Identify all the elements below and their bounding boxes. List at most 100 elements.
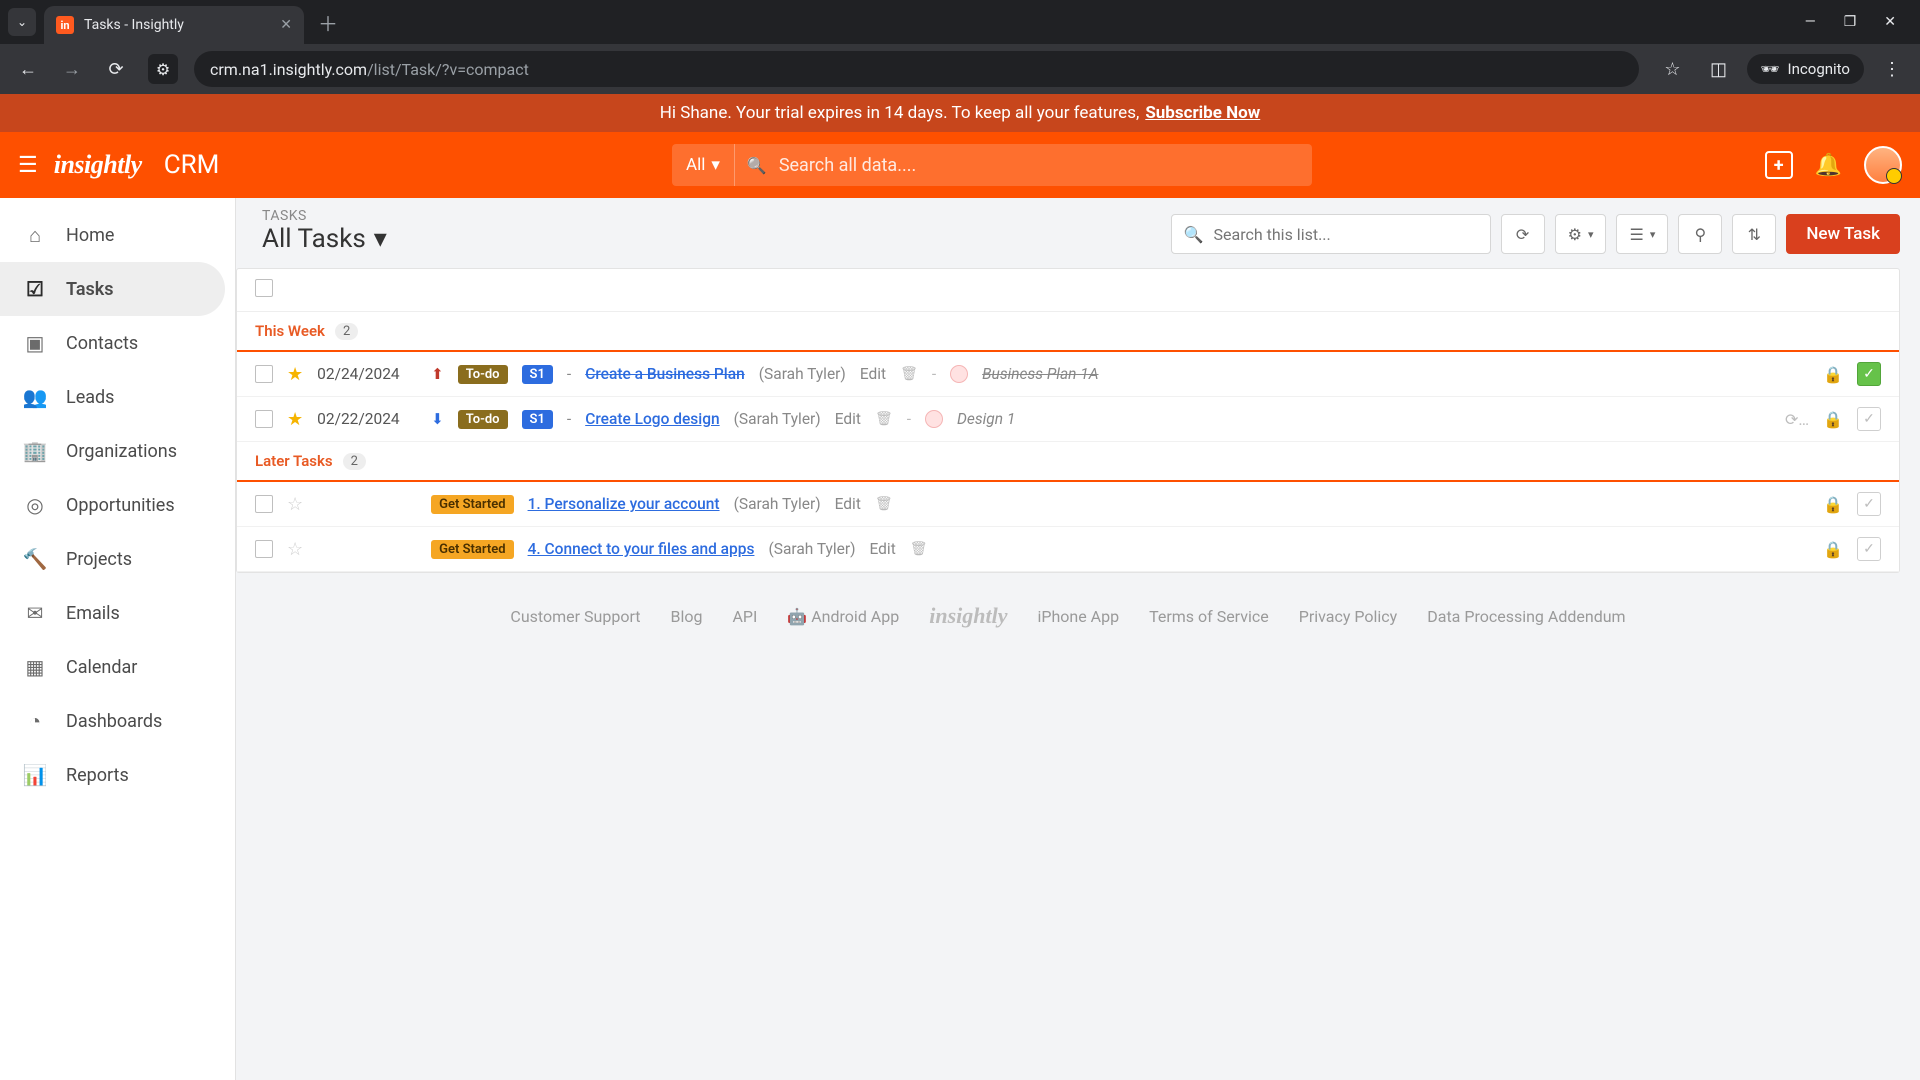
delete-icon[interactable]: 🗑 xyxy=(910,541,928,557)
sidebar-item-organizations[interactable]: 🏢Organizations xyxy=(0,424,235,478)
footer-link[interactable]: Blog xyxy=(670,607,702,626)
sync-icon[interactable]: ⟳… xyxy=(1785,410,1809,429)
complete-checkbox[interactable]: ✓ xyxy=(1857,362,1881,386)
sidebar-item-reports[interactable]: 📊Reports xyxy=(0,748,235,802)
app-header: ☰ insightly CRM All ▾ 🔍 + 🔔 xyxy=(0,132,1920,198)
sidebar-item-label: Dashboards xyxy=(66,711,162,732)
sidebar-item-tasks[interactable]: ☑Tasks xyxy=(0,262,225,316)
sort-button[interactable]: ⇅ xyxy=(1732,214,1776,254)
close-window-icon[interactable]: ✕ xyxy=(1884,14,1896,30)
edit-link[interactable]: Edit xyxy=(870,540,896,558)
row-checkbox[interactable] xyxy=(255,540,273,558)
star-icon[interactable]: ☆ xyxy=(287,539,303,560)
sidebar-item-contacts[interactable]: ▣Contacts xyxy=(0,316,235,370)
filter-button[interactable]: ⚲ xyxy=(1678,214,1722,254)
new-task-button[interactable]: New Task xyxy=(1786,214,1900,254)
maximize-icon[interactable]: ❐ xyxy=(1844,14,1857,30)
back-button[interactable]: ← xyxy=(10,51,46,87)
edit-link[interactable]: Edit xyxy=(835,410,861,428)
sidebar-item-leads[interactable]: 👥Leads xyxy=(0,370,235,424)
contacts-icon: ▣ xyxy=(22,330,48,356)
site-info-button[interactable]: ⚙ xyxy=(148,54,178,84)
incognito-indicator[interactable]: 🕶 Incognito xyxy=(1747,54,1865,84)
close-tab-icon[interactable]: ✕ xyxy=(280,17,292,33)
search-scope-dropdown[interactable]: All ▾ xyxy=(672,144,735,186)
menu-toggle-icon[interactable]: ☰ xyxy=(18,153,38,178)
footer-link[interactable]: 🤖 Android App xyxy=(787,607,899,626)
quick-add-button[interactable]: + xyxy=(1765,151,1793,179)
emails-icon: ✉ xyxy=(22,600,48,626)
task-assignee: (Sarah Tyler) xyxy=(768,540,855,558)
view-mode-button[interactable]: ☰ ▾ xyxy=(1616,214,1668,254)
browser-menu-button[interactable]: ⋮ xyxy=(1874,51,1910,87)
browser-tab-strip: ⌄ in Tasks - Insightly ✕ ＋ — ❐ ✕ xyxy=(0,0,1920,44)
sidebar-item-label: Reports xyxy=(66,765,129,786)
related-item[interactable]: Business Plan 1A xyxy=(982,365,1098,383)
organizations-icon: 🏢 xyxy=(22,438,48,464)
app-logo[interactable]: insightly xyxy=(54,150,142,180)
footer-link[interactable]: API xyxy=(732,607,757,626)
list-search-input[interactable] xyxy=(1214,225,1478,244)
priority-high-icon: ⬆ xyxy=(431,365,444,383)
sidebar-item-calendar[interactable]: ▦Calendar xyxy=(0,640,235,694)
task-title-link[interactable]: Create a Business Plan xyxy=(585,365,745,383)
delete-icon[interactable]: 🗑 xyxy=(875,411,893,427)
page-content: Hi Shane. Your trial expires in 14 days.… xyxy=(0,94,1920,1080)
sidebar-item-label: Leads xyxy=(66,387,114,408)
address-bar[interactable]: crm.na1.insightly.com/list/Task/?v=compa… xyxy=(194,51,1639,87)
global-search-input[interactable] xyxy=(767,155,1312,176)
sidebar-item-dashboards[interactable]: ◔Dashboards xyxy=(0,694,235,748)
edit-link[interactable]: Edit xyxy=(860,365,886,383)
subscribe-now-link[interactable]: Subscribe Now xyxy=(1145,103,1260,123)
new-tab-button[interactable]: ＋ xyxy=(318,8,338,37)
footer-link[interactable]: Customer Support xyxy=(510,607,640,626)
status-badge: Get Started xyxy=(431,495,513,514)
row-checkbox[interactable] xyxy=(255,410,273,428)
edit-link[interactable]: Edit xyxy=(835,495,861,513)
section-name: Later Tasks xyxy=(255,452,333,470)
app-name: CRM xyxy=(164,150,220,180)
related-icon xyxy=(925,410,943,428)
footer-link[interactable]: Data Processing Addendum xyxy=(1427,607,1625,626)
row-checkbox[interactable] xyxy=(255,365,273,383)
task-title-link[interactable]: Create Logo design xyxy=(585,410,719,428)
lock-icon: 🔒 xyxy=(1823,495,1843,514)
sidebar-item-emails[interactable]: ✉Emails xyxy=(0,586,235,640)
reload-button[interactable]: ⟳ xyxy=(98,51,134,87)
task-title-link[interactable]: 1. Personalize your account xyxy=(528,495,720,513)
user-avatar[interactable] xyxy=(1864,146,1902,184)
settings-button[interactable]: ⚙ ▾ xyxy=(1555,214,1607,254)
complete-checkbox[interactable]: ✓ xyxy=(1857,537,1881,561)
star-icon[interactable]: ★ xyxy=(287,364,303,385)
forward-button[interactable]: → xyxy=(54,51,90,87)
lock-icon: 🔒 xyxy=(1823,365,1843,384)
sidebar-item-projects[interactable]: 🔨Projects xyxy=(0,532,235,586)
bookmark-icon[interactable]: ☆ xyxy=(1655,51,1691,87)
star-icon[interactable]: ☆ xyxy=(287,494,303,515)
notifications-icon[interactable]: 🔔 xyxy=(1815,153,1842,178)
refresh-button[interactable]: ⟳ xyxy=(1501,214,1545,254)
star-icon[interactable]: ★ xyxy=(287,409,303,430)
minimize-icon[interactable]: — xyxy=(1805,14,1816,30)
task-title-link[interactable]: 4. Connect to your files and apps xyxy=(528,540,755,558)
complete-checkbox[interactable]: ✓ xyxy=(1857,492,1881,516)
search-scope-label: All xyxy=(686,155,705,175)
row-checkbox[interactable] xyxy=(255,495,273,513)
sidebar-item-home[interactable]: ⌂Home xyxy=(0,208,235,262)
side-panel-icon[interactable]: ◫ xyxy=(1701,51,1737,87)
tab-search-button[interactable]: ⌄ xyxy=(8,8,36,36)
related-item[interactable]: Design 1 xyxy=(957,410,1015,428)
complete-checkbox[interactable]: ✓ xyxy=(1857,407,1881,431)
footer-link[interactable]: Terms of Service xyxy=(1149,607,1269,626)
home-icon: ⌂ xyxy=(22,222,48,248)
select-all-checkbox[interactable] xyxy=(255,279,273,297)
delete-icon[interactable]: 🗑 xyxy=(900,366,918,382)
footer-link[interactable]: Privacy Policy xyxy=(1299,607,1398,626)
sidebar-item-label: Projects xyxy=(66,549,132,570)
task-assignee: (Sarah Tyler) xyxy=(734,410,821,428)
browser-tab[interactable]: in Tasks - Insightly ✕ xyxy=(44,6,304,44)
sidebar-item-opportunities[interactable]: ◎Opportunities xyxy=(0,478,235,532)
footer-link[interactable]: iPhone App xyxy=(1037,607,1119,626)
view-selector[interactable]: All Tasks ▾ xyxy=(262,224,387,254)
delete-icon[interactable]: 🗑 xyxy=(875,496,893,512)
